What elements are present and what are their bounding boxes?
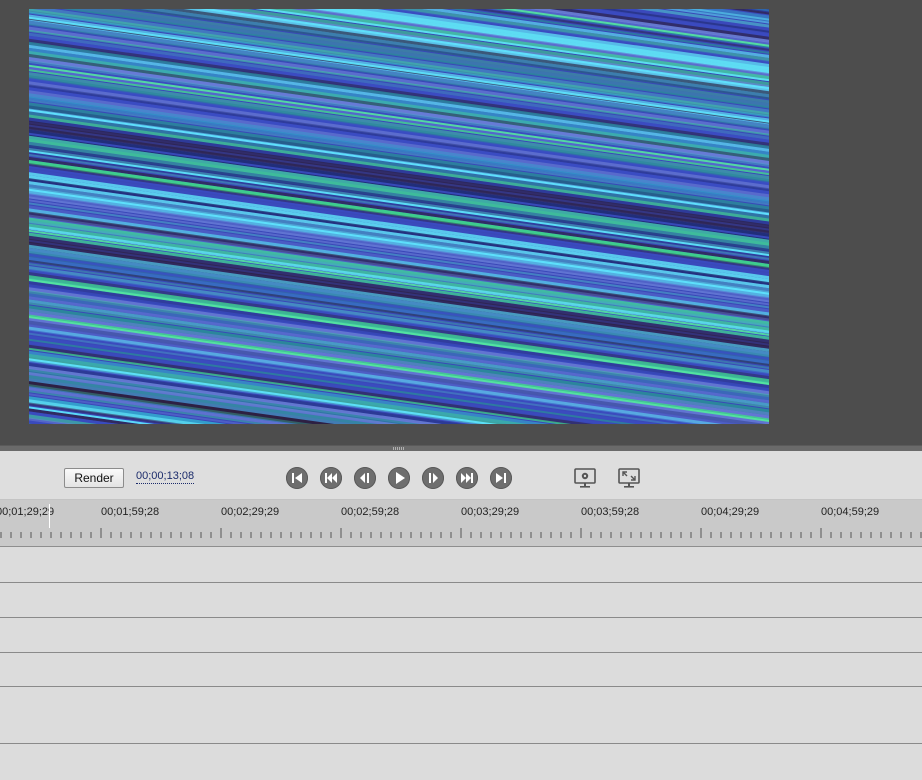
ruler-label: 00;02;59;28 bbox=[341, 506, 400, 518]
current-timecode[interactable]: 00;00;13;08 bbox=[136, 470, 195, 484]
next-edit-icon bbox=[461, 473, 473, 483]
play-button[interactable] bbox=[388, 467, 410, 489]
fit-to-screen-button[interactable] bbox=[617, 466, 641, 490]
go-to-start-icon bbox=[292, 473, 302, 483]
step-back-icon bbox=[360, 473, 369, 483]
timeline-track[interactable] bbox=[0, 744, 922, 780]
program-monitor bbox=[0, 0, 922, 445]
timeline-track[interactable] bbox=[0, 687, 922, 744]
ruler-label: 00;03;59;28 bbox=[581, 506, 640, 518]
ruler-label: 00;01;29;29 bbox=[0, 506, 55, 518]
step-back-button[interactable] bbox=[354, 467, 376, 489]
step-forward-button[interactable] bbox=[422, 467, 444, 489]
timeline-track[interactable] bbox=[0, 548, 922, 583]
playhead[interactable] bbox=[49, 504, 50, 528]
ruler-label: 00;03;29;29 bbox=[461, 506, 520, 518]
monitor-settings-icon bbox=[574, 468, 596, 488]
splitter-grip[interactable] bbox=[393, 447, 405, 450]
ruler-ticks bbox=[0, 528, 922, 538]
render-button[interactable]: Render bbox=[64, 468, 124, 488]
timeline-track[interactable] bbox=[0, 618, 922, 653]
ruler-label: 00;04;29;29 bbox=[701, 506, 760, 518]
monitor-settings-button[interactable] bbox=[573, 466, 597, 490]
next-edit-button[interactable] bbox=[456, 467, 478, 489]
step-forward-icon bbox=[429, 473, 438, 483]
ruler-label: 00;01;59;28 bbox=[101, 506, 160, 518]
timeline-track[interactable] bbox=[0, 653, 922, 687]
play-icon bbox=[396, 472, 405, 484]
previous-edit-icon bbox=[325, 473, 337, 483]
previous-edit-button[interactable] bbox=[320, 467, 342, 489]
go-to-start-button[interactable] bbox=[286, 467, 308, 489]
transport-bar: Render 00;00;13;08 bbox=[0, 451, 922, 500]
video-preview bbox=[29, 9, 769, 424]
video-frame-image bbox=[29, 9, 769, 424]
timeline-track[interactable] bbox=[0, 583, 922, 618]
timeline-ruler[interactable]: 00;01;29;29 00;01;59;28 00;02;29;29 00;0… bbox=[0, 500, 922, 547]
fit-to-screen-icon bbox=[618, 468, 640, 488]
go-to-end-icon bbox=[496, 473, 506, 483]
go-to-end-button[interactable] bbox=[490, 467, 512, 489]
ruler-label: 00;04;59;29 bbox=[821, 506, 880, 518]
ruler-label: 00;02;29;29 bbox=[221, 506, 280, 518]
